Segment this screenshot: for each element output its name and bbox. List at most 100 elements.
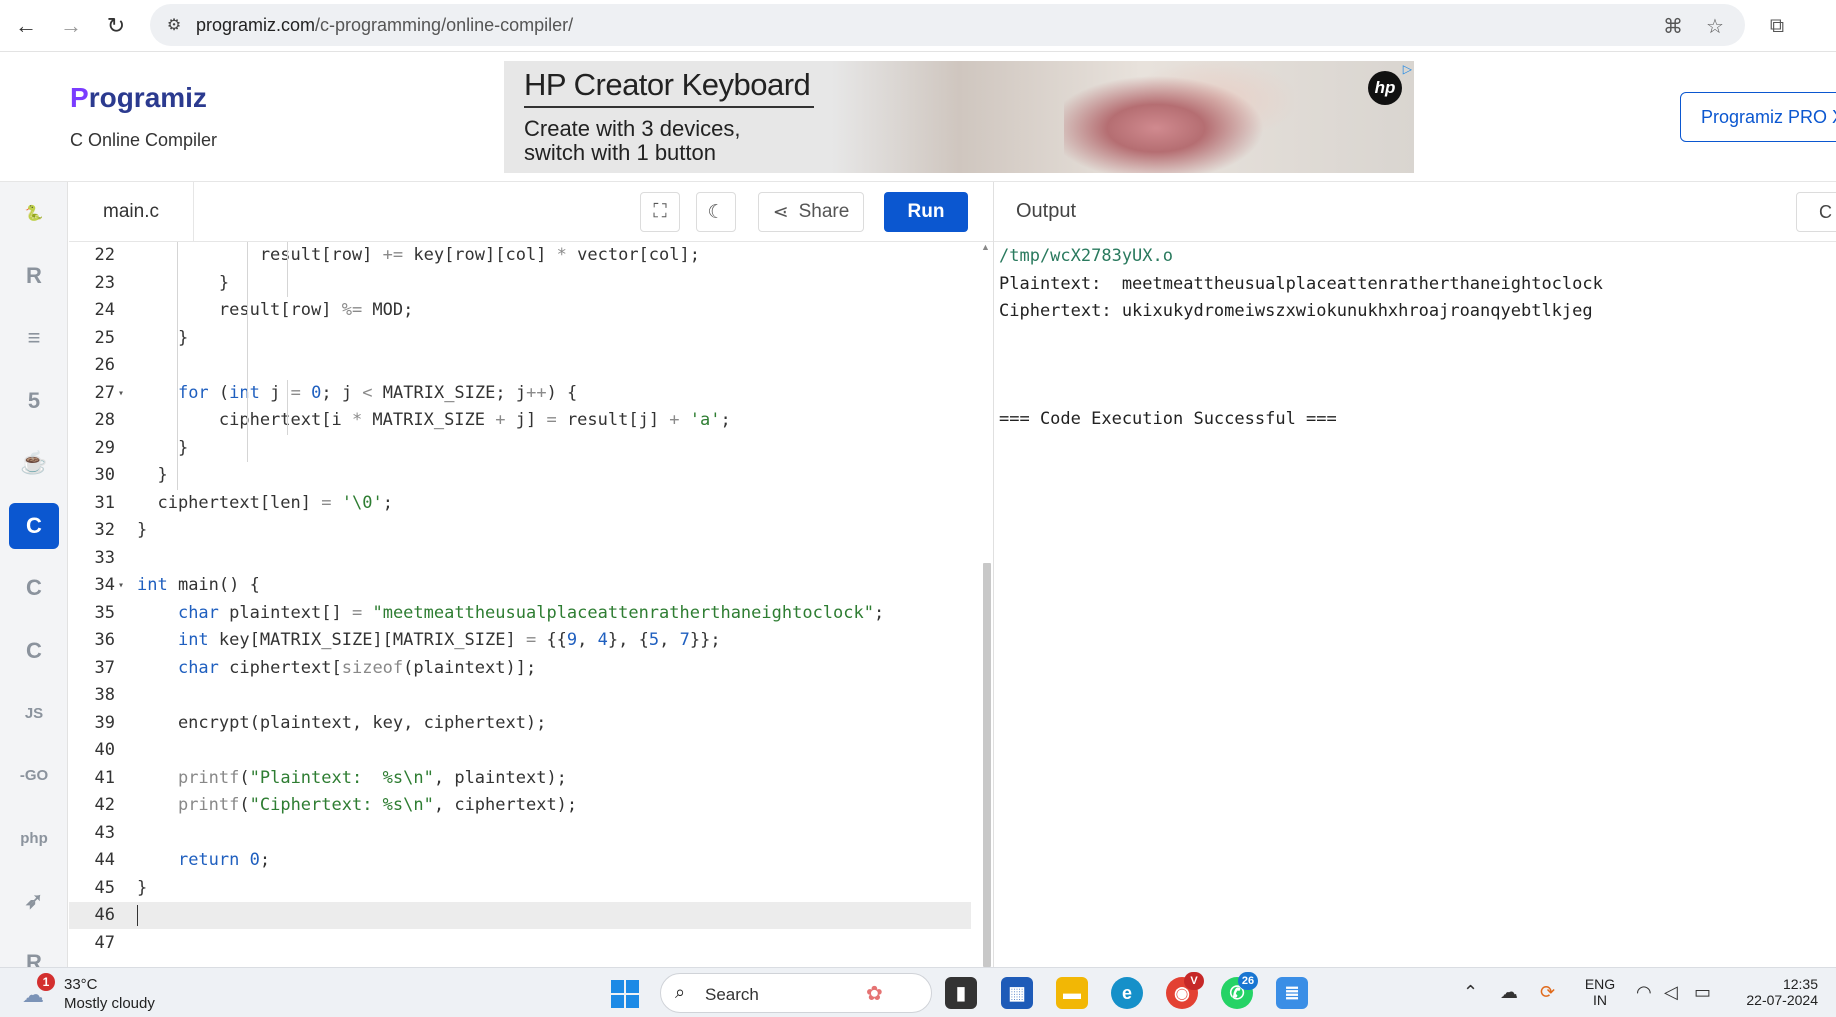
line-number: 37 xyxy=(94,657,115,678)
editor-scrollbar-thumb[interactable] xyxy=(983,563,991,967)
line-number: 34 xyxy=(94,575,115,595)
code-line[interactable]: 39 encrypt(plaintext, key, ciphertext); xyxy=(69,710,971,737)
output-line: Ciphertext: ukixukydromeiwszxwiokunukhxh… xyxy=(999,301,1593,321)
url-text[interactable]: programiz.com/c-programming/online-compi… xyxy=(196,15,573,36)
fullscreen-icon[interactable]: ⛶ xyxy=(640,192,680,232)
code-line[interactable]: 22 result[row] += key[row][col] * vector… xyxy=(69,242,971,269)
code-line[interactable]: 43 xyxy=(69,820,971,847)
extensions-icon[interactable]: ⧉ xyxy=(1764,13,1790,39)
address-bar[interactable]: ⚙ programiz.com/c-programming/online-com… xyxy=(150,4,1745,46)
code-line[interactable]: 45} xyxy=(69,875,971,902)
clock[interactable]: 12:35 22-07-2024 xyxy=(1734,976,1818,1008)
line-number: 29 xyxy=(94,437,115,458)
fold-toggle-icon[interactable]: ▾ xyxy=(118,572,124,599)
code-line[interactable]: 40 xyxy=(69,737,971,764)
line-number: 38 xyxy=(94,685,115,705)
sidebar-lang-sql-icon[interactable]: ≡ xyxy=(9,315,59,361)
file-tab-main-c[interactable]: main.c xyxy=(69,182,194,242)
sync-icon[interactable]: ⟳ xyxy=(1540,982,1555,1003)
code-text: ciphertext[len] = '\0'; xyxy=(137,492,393,513)
sidebar-lang-cpp-icon[interactable]: C xyxy=(9,565,59,611)
code-line[interactable]: 46 xyxy=(69,902,971,929)
sidebar-lang-js-icon[interactable]: JS xyxy=(9,690,59,736)
weather-temperature[interactable]: 33°C xyxy=(64,976,98,993)
ad-choices-icon[interactable]: ▷ xyxy=(1403,62,1412,76)
code-line[interactable]: 29 } xyxy=(69,435,971,462)
sidebar-lang-php-icon[interactable]: php xyxy=(9,815,59,861)
sidebar-lang-c-icon[interactable]: C xyxy=(9,502,59,549)
code-line[interactable]: 47 xyxy=(69,930,971,957)
back-icon[interactable]: ← xyxy=(8,8,44,44)
line-number: 39 xyxy=(94,712,115,733)
code-line[interactable]: 27 ▾ for (int j = 0; j < MATRIX_SIZE; j++… xyxy=(69,380,971,407)
code-line[interactable]: 31 ciphertext[len] = '\0'; xyxy=(69,490,971,517)
code-line[interactable]: 25 } xyxy=(69,325,971,352)
sidebar-lang-rust-icon[interactable]: R xyxy=(9,940,59,967)
code-text: result[row] %= MOD; xyxy=(137,300,414,320)
code-text: ciphertext[i * MATRIX_SIZE + j] = result… xyxy=(137,410,731,430)
fold-toggle-icon[interactable]: ▾ xyxy=(118,380,124,407)
language-indicator[interactable]: ENG IN xyxy=(1582,976,1618,1008)
code-text: } xyxy=(137,877,148,898)
code-text: } xyxy=(137,272,230,293)
forward-icon[interactable]: → xyxy=(53,8,89,44)
sidebar-lang-swift-icon[interactable]: ➶ xyxy=(9,878,59,924)
bookmark-star-icon[interactable]: ☆ xyxy=(1702,13,1728,39)
run-button[interactable]: Run xyxy=(884,192,968,232)
code-line[interactable]: 33 xyxy=(69,545,971,572)
code-line[interactable]: 37 char ciphertext[sizeof(plaintext)]; xyxy=(69,655,971,682)
task-view-icon[interactable]: ▮ xyxy=(945,977,977,1009)
line-number: 24 xyxy=(94,300,115,320)
code-line[interactable]: 36 int key[MATRIX_SIZE][MATRIX_SIZE] = {… xyxy=(69,627,971,654)
code-line[interactable]: 32} xyxy=(69,517,971,544)
sidebar-lang-csharp-icon[interactable]: C xyxy=(9,628,59,674)
sidebar-lang-go-icon[interactable]: -GO xyxy=(9,753,59,799)
code-line[interactable]: 23 } xyxy=(69,270,971,297)
programiz-pro-button[interactable]: Programiz PRO X xyxy=(1680,92,1836,142)
programiz-logo[interactable]: Programiz xyxy=(70,82,207,114)
sidebar-lang-r-icon[interactable]: R xyxy=(9,253,59,299)
translate-icon[interactable]: ⌘ xyxy=(1660,13,1686,39)
code-line[interactable]: 30 } xyxy=(69,462,971,489)
code-line[interactable]: 41 printf("Plaintext: %s\n", plaintext); xyxy=(69,765,971,792)
tray-overflow-icon[interactable]: ⌃ xyxy=(1463,982,1478,1003)
taskbar-search[interactable]: ⌕ Search ✿ xyxy=(660,973,932,1013)
battery-icon[interactable]: ▭ xyxy=(1694,982,1711,1003)
onedrive-icon[interactable]: ☁ xyxy=(1500,982,1518,1003)
line-number: 30 xyxy=(94,465,115,485)
code-line[interactable]: 24 result[row] %= MOD; xyxy=(69,297,971,324)
code-line[interactable]: 28 ciphertext[i * MATRIX_SIZE + j] = res… xyxy=(69,407,971,434)
share-icon: ⋖ xyxy=(772,201,789,223)
dark-mode-icon[interactable]: ☾ xyxy=(696,192,736,232)
sidebar-lang-java-icon[interactable]: ☕ xyxy=(9,440,59,486)
hp-logo: hp xyxy=(1368,71,1402,105)
code-line[interactable]: 34 ▾ int main() { xyxy=(69,572,971,599)
volume-icon[interactable]: ◁ xyxy=(1664,982,1678,1003)
edge-icon[interactable]: e xyxy=(1111,977,1143,1009)
store-icon[interactable]: ▦ xyxy=(1001,977,1033,1009)
share-button[interactable]: ⋖ Share xyxy=(758,192,864,232)
wifi-icon[interactable]: ◠ xyxy=(1636,982,1652,1003)
advertisement-banner[interactable]: HP Creator Keyboard Create with 3 device… xyxy=(504,61,1414,173)
code-line[interactable]: 35 char plaintext[] = "meetmeattheusualp… xyxy=(69,600,971,627)
site-settings-icon[interactable]: ⚙ xyxy=(162,14,186,36)
output-title: Output xyxy=(1016,200,1077,222)
code-editor[interactable]: 22 result[row] += key[row][col] * vector… xyxy=(69,242,993,967)
scroll-up-icon[interactable]: ▲ xyxy=(981,242,991,252)
clear-button[interactable]: C xyxy=(1796,192,1836,232)
reload-icon[interactable]: ↻ xyxy=(98,8,134,44)
code-line[interactable]: 26 xyxy=(69,352,971,379)
code-line[interactable]: 42 printf("Ciphertext: %s\n", ciphertext… xyxy=(69,792,971,819)
notepad-icon[interactable]: ≣ xyxy=(1276,977,1308,1009)
code-line[interactable]: 44 return 0; xyxy=(69,847,971,874)
weather-description[interactable]: Mostly cloudy xyxy=(64,995,155,1012)
ad-title: HP Creator Keyboard xyxy=(524,67,811,102)
code-line[interactable]: 38 xyxy=(69,682,971,709)
file-explorer-icon[interactable]: ▬ xyxy=(1056,977,1088,1009)
windows-start-icon[interactable] xyxy=(611,980,639,1008)
sidebar-lang-html-icon[interactable]: 5 xyxy=(9,378,59,424)
sidebar-lang-python-icon[interactable]: 🐍 xyxy=(9,190,59,236)
code-text: printf("Plaintext: %s\n", plaintext); xyxy=(177,767,567,788)
line-number: 35 xyxy=(94,602,115,623)
line-number: 31 xyxy=(94,492,115,513)
